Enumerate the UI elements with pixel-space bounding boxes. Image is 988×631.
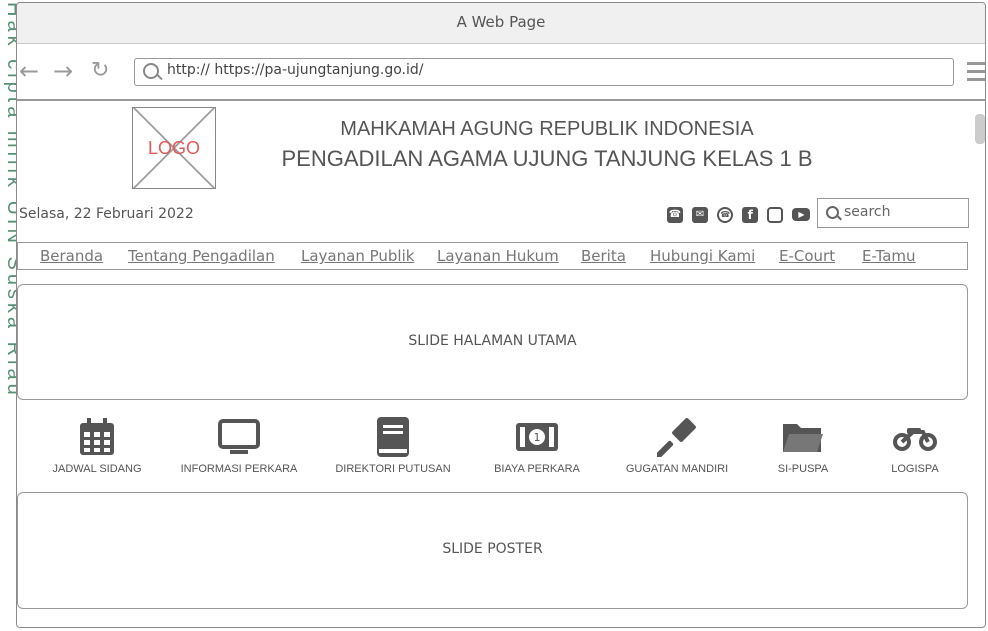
- service-biaya-perkara[interactable]: 1 BIAYA PERKARA: [467, 417, 607, 475]
- service-label: JADWAL SIDANG: [52, 463, 142, 475]
- whatsapp-icon[interactable]: ☎: [717, 206, 734, 223]
- main-slider-label: SLIDE HALAMAN UTAMA: [408, 333, 577, 349]
- menu-item-hubungi-kami[interactable]: Hubungi Kami: [650, 247, 755, 265]
- reload-icon[interactable]: ↻: [91, 57, 109, 85]
- menu-item-layanan-publik[interactable]: Layanan Publik: [301, 247, 414, 265]
- service-label: LOGISPA: [891, 463, 939, 475]
- address-bar-url: http:// https://pa-ujungtanjung.go.id/: [167, 62, 424, 78]
- search-placeholder: search: [844, 204, 891, 220]
- search-icon: [143, 63, 159, 79]
- service-informasi-perkara[interactable]: INFORMASI PERKARA: [169, 417, 309, 475]
- menu-item-e-court[interactable]: E-Court: [779, 247, 835, 265]
- calendar-icon: [27, 417, 167, 457]
- browser-toolbar: ← → ↻ http:// https://pa-ujungtanjung.go…: [17, 44, 985, 101]
- menu-item-e-tamu[interactable]: E-Tamu: [862, 247, 916, 265]
- page-title-line2: PENGADILAN AGAMA UJUNG TANJUNG KELAS 1 B: [281, 146, 813, 171]
- facebook-icon[interactable]: f: [742, 206, 759, 223]
- service-direktori-putusan[interactable]: DIREKTORI PUTUSAN: [323, 417, 463, 475]
- monitor-icon: [169, 417, 309, 457]
- gavel-icon: [607, 417, 747, 457]
- service-gugatan-mandiri[interactable]: GUGATAN MANDIRI: [607, 417, 747, 475]
- service-jadwal-sidang[interactable]: JADWAL SIDANG: [27, 417, 167, 475]
- page-title-line1: MAHKAMAH AGUNG REPUBLIK INDONESIA: [340, 118, 754, 140]
- page-content: LOGO MAHKAMAH AGUNG REPUBLIK INDONESIA P…: [17, 102, 985, 627]
- menu-item-beranda[interactable]: Beranda: [40, 247, 103, 265]
- money-icon: 1: [467, 417, 607, 457]
- main-slider[interactable]: SLIDE HALAMAN UTAMA: [17, 284, 968, 400]
- poster-slider[interactable]: SLIDE POSTER: [17, 492, 968, 609]
- side-watermark: Hak cipta milik UIN Suska Riau: [0, 0, 25, 631]
- mail-icon[interactable]: ✉: [692, 206, 709, 223]
- service-label: DIREKTORI PUTUSAN: [335, 463, 451, 475]
- forward-icon[interactable]: →: [53, 57, 73, 85]
- current-date: Selasa, 22 Februari 2022: [19, 206, 194, 222]
- motorcycle-icon: [845, 417, 985, 457]
- book-icon: [323, 417, 463, 457]
- service-label: INFORMASI PERKARA: [180, 463, 298, 475]
- back-icon[interactable]: ←: [19, 57, 39, 85]
- search-field[interactable]: search: [817, 198, 969, 228]
- menu-item-tentang-pengadilan[interactable]: Tentang Pengadilan: [128, 247, 275, 265]
- youtube-icon[interactable]: ▶: [792, 208, 811, 221]
- poster-slider-label: SLIDE POSTER: [442, 541, 543, 557]
- svg-text:1: 1: [534, 431, 541, 444]
- menu-item-berita[interactable]: Berita: [581, 247, 626, 265]
- window-title: A Web Page: [17, 3, 985, 44]
- search-icon: [826, 206, 839, 219]
- logo: LOGO: [132, 107, 216, 189]
- browser-window: A Web Page ← → ↻ http:// https://pa-ujun…: [16, 2, 986, 628]
- instagram-icon[interactable]: [767, 206, 784, 223]
- phone-icon[interactable]: ☎: [667, 206, 683, 223]
- service-label: BIAYA PERKARA: [494, 463, 580, 475]
- service-logispa[interactable]: LOGISPA: [845, 417, 985, 475]
- logo-text: LOGO: [147, 138, 200, 158]
- social-icons: ☎ ✉ ☎ f ▶: [667, 204, 814, 224]
- menu-item-layanan-hukum[interactable]: Layanan Hukum: [437, 247, 559, 265]
- menu-icon[interactable]: [967, 62, 985, 86]
- address-bar[interactable]: http:// https://pa-ujungtanjung.go.id/: [134, 58, 954, 86]
- service-label: GUGATAN MANDIRI: [625, 463, 729, 475]
- main-menu: Beranda Tentang Pengadilan Layanan Publi…: [17, 242, 968, 270]
